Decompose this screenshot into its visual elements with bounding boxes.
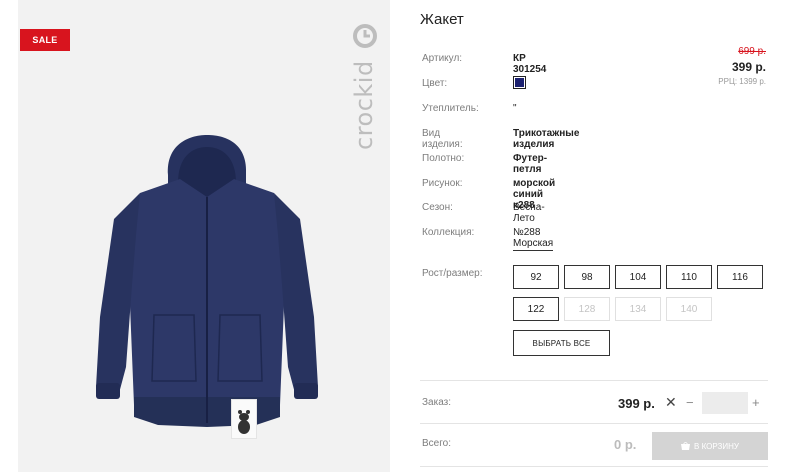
article-value: КР 301254 <box>513 53 547 75</box>
collection-link[interactable]: №288 Морская <box>513 227 553 251</box>
order-price: 399 р. <box>618 396 655 411</box>
size-option[interactable]: 122 <box>513 297 559 321</box>
attr-label: Вид изделия: <box>422 128 463 150</box>
select-all-sizes-button[interactable]: ВЫБРАТЬ ВСЕ <box>513 330 610 356</box>
size-option[interactable]: 104 <box>615 265 661 289</box>
attr-label: Цвет: <box>422 78 448 89</box>
size-option[interactable]: 92 <box>513 265 559 289</box>
attr-label: Артикул: <box>422 53 463 64</box>
product-title: Жакет <box>420 11 464 28</box>
size-option[interactable]: 110 <box>666 265 712 289</box>
attr-label: Рисунок: <box>422 178 463 189</box>
total-label: Всего: <box>422 438 451 449</box>
divider <box>420 380 768 381</box>
rrp-price: РРЦ: 1399 р. <box>718 77 766 86</box>
quantity-input[interactable] <box>702 392 748 414</box>
brand-logo: crockid <box>348 22 382 162</box>
size-option-disabled: 140 <box>666 297 712 321</box>
size-option[interactable]: 116 <box>717 265 763 289</box>
attr-label: Сезон: <box>422 202 453 213</box>
hang-tag <box>231 399 257 439</box>
color-swatch[interactable] <box>513 76 526 89</box>
attr-label: Полотно: <box>422 153 465 164</box>
color-swatch-fill <box>515 78 524 87</box>
season-value: Весна-Лето <box>513 202 545 224</box>
type-value: Трикотажные изделия <box>513 128 580 150</box>
product-photo[interactable]: SALE crockid <box>18 0 390 472</box>
price-block: 699 р. 399 р. РРЦ: 1399 р. <box>646 46 766 86</box>
quantity-minus-button[interactable]: − <box>686 395 694 410</box>
add-to-cart-button[interactable]: В КОРЗИНУ <box>652 432 768 460</box>
sale-badge: SALE <box>20 29 70 51</box>
divider <box>420 466 768 467</box>
size-option[interactable]: 98 <box>564 265 610 289</box>
times-icon: ✕ <box>665 394 677 410</box>
brand-logo-text: crockid <box>350 60 378 150</box>
add-to-cart-label: В КОРЗИНУ <box>694 441 739 451</box>
bear-icon <box>238 410 250 434</box>
size-label: Рост/размер: <box>422 268 483 279</box>
size-option-disabled: 134 <box>615 297 661 321</box>
jacket-image <box>96 135 318 427</box>
current-price: 399 р. <box>731 60 766 74</box>
brand-mark-icon <box>353 24 377 48</box>
quantity-plus-button[interactable]: + <box>752 395 760 410</box>
total-value: 0 р. <box>614 437 637 452</box>
basket-icon <box>681 442 691 450</box>
insulation-value: " <box>513 103 517 114</box>
attr-label: Утеплитель: <box>422 103 479 114</box>
fabric-value: Футер-петля <box>513 153 548 175</box>
divider <box>420 423 768 424</box>
attr-label: Коллекция: <box>422 227 475 238</box>
order-label: Заказ: <box>422 397 452 408</box>
size-option-disabled: 128 <box>564 297 610 321</box>
old-price: 699 р. <box>738 46 766 57</box>
product-page: SALE crockid Жакет 699 р. 399 р. РРЦ: 13… <box>0 0 800 472</box>
